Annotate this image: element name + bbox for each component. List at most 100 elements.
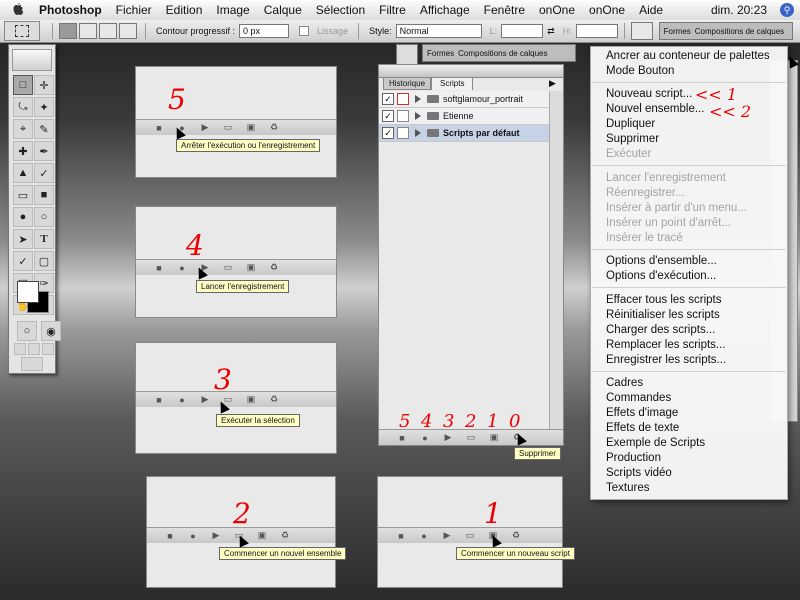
menu-filtre[interactable]: Filtre [372,3,413,17]
trash-button-icon[interactable]: ♻ [276,530,294,542]
lasso-tool-icon[interactable]: ⤿ [13,97,33,117]
script-row-selected[interactable]: ✓ Scripts par défaut [379,125,549,142]
intersect-selection-button[interactable] [119,23,137,39]
menu-item-ancrer[interactable]: Ancrer au conteneur de palettes [606,50,770,62]
expand-triangle-icon[interactable] [415,95,421,103]
stop-button-icon[interactable]: ■ [392,530,410,542]
record-button-icon[interactable]: ● [173,394,191,406]
crop-tool-icon[interactable]: ⌖ [13,119,33,139]
eraser-tool-icon[interactable]: ▭ [13,185,33,205]
tool-preset-picker[interactable] [4,21,40,41]
menu-item-nouvel-ensemble[interactable]: Nouvel ensemble... [606,103,704,115]
move-tool-icon[interactable]: ✛ [34,75,54,95]
h-input[interactable] [575,24,618,38]
menu-item-options-execution[interactable]: Options d'exécution... [606,270,716,282]
menu-item-supprimer[interactable]: Supprimer [606,133,659,145]
record-button-icon[interactable]: ● [415,530,433,542]
checkmark-icon[interactable]: ✓ [382,127,394,139]
spotlight-icon[interactable]: ⚲ [780,3,794,17]
menu-selection[interactable]: Sélection [309,3,372,17]
add-selection-button[interactable] [79,23,97,39]
menu-item-remplacer-scripts[interactable]: Remplacer les scripts... [606,339,726,351]
menu-item-textures[interactable]: Textures [606,482,649,494]
swap-icon[interactable]: ⇄ [547,26,555,37]
dialog-toggle-icon[interactable] [397,110,409,122]
file-browser-icon[interactable] [630,22,653,40]
menu-item-effets-image[interactable]: Effets d'image [606,407,678,419]
checkmark-icon[interactable]: ✓ [382,110,394,122]
well-tab-compositions-2[interactable]: Compositions de calques [458,49,547,58]
contour-input[interactable]: 0 px [239,24,290,38]
shape-tool-icon[interactable]: ▢ [34,251,54,271]
l-input[interactable] [501,24,544,38]
play-button-icon[interactable]: ▶ [207,530,225,542]
slice-tool-icon[interactable]: ✎ [34,119,54,139]
menu-fenetre[interactable]: Fenêtre [477,3,532,17]
screen-mode-2-icon[interactable] [28,343,40,355]
pen-tool-icon[interactable]: ✓ [13,251,33,271]
blur-tool-icon[interactable]: ● [13,207,33,227]
menu-item-nouveau-script[interactable]: Nouveau script... [606,88,692,100]
menu-image[interactable]: Image [209,3,256,17]
new-script-button-icon[interactable]: ▣ [485,432,503,444]
stop-button-icon[interactable]: ■ [150,394,168,406]
healing-brush-icon[interactable]: ✚ [13,141,33,161]
marquee-tool-icon[interactable]: □ [13,75,33,95]
foreground-color-swatch[interactable] [17,281,39,303]
stop-button-icon[interactable]: ■ [150,122,168,134]
play-button-icon[interactable]: ▶ [196,394,214,406]
stop-button-icon[interactable]: ■ [161,530,179,542]
checkmark-icon[interactable]: ✓ [382,93,394,105]
menu-edition[interactable]: Edition [159,3,210,17]
new-script-button-icon[interactable]: ▣ [242,122,260,134]
menu-item-commandes[interactable]: Commandes [606,392,671,404]
quickmask-mode-icon[interactable]: ◉ [41,321,61,341]
screen-mode-1-icon[interactable] [14,343,26,355]
file-browser-icon-2[interactable] [396,44,418,66]
new-set-button-icon[interactable]: ▭ [219,122,237,134]
stop-button-icon[interactable]: ■ [150,262,168,274]
menu-item-cadres[interactable]: Cadres [606,377,643,389]
jump-to-imageready-icon[interactable] [21,357,43,371]
standard-mode-icon[interactable]: ○ [17,321,37,341]
new-set-button-icon[interactable]: ▭ [219,262,237,274]
play-button-icon[interactable]: ▶ [438,530,456,542]
menu-item-reinitialiser-scripts[interactable]: Réinitialiser les scripts [606,309,720,321]
new-selection-button[interactable] [59,23,77,39]
tab-scripts[interactable]: Scripts [431,77,474,90]
dialog-toggle-icon[interactable] [397,127,409,139]
stamp-tool-icon[interactable]: ▲ [13,163,33,183]
dodge-tool-icon[interactable]: ○ [34,207,54,227]
new-script-button-icon[interactable]: ▣ [242,394,260,406]
menu-onone-1[interactable]: onOne [532,3,582,17]
apple-icon[interactable] [10,2,26,18]
play-button-icon[interactable]: ▶ [439,432,457,444]
type-tool-icon[interactable]: T [34,229,54,249]
path-select-icon[interactable]: ➤ [13,229,33,249]
menu-item-mode-bouton[interactable]: Mode Bouton [606,65,674,77]
style-select[interactable]: Normal [395,24,482,38]
new-set-button-icon[interactable]: ▭ [462,432,480,444]
menu-item-charger-scripts[interactable]: Charger des scripts... [606,324,715,336]
lissage-checkbox[interactable] [299,26,310,36]
menu-onone-2[interactable]: onOne [582,3,632,17]
history-brush-icon[interactable]: ✓ [34,163,54,183]
scrollbar[interactable] [549,91,563,429]
stop-button-icon[interactable]: ■ [393,432,411,444]
menu-item-effets-texte[interactable]: Effets de texte [606,422,679,434]
script-row[interactable]: ✓ softglamour_portrait [379,91,549,108]
record-button-icon[interactable]: ● [184,530,202,542]
new-script-button-icon[interactable]: ▣ [253,530,271,542]
well-tab-formes[interactable]: Formes [664,27,691,36]
trash-button-icon[interactable]: ♻ [507,530,525,542]
expand-triangle-icon[interactable] [415,112,421,120]
feather-logo[interactable] [12,49,52,71]
expand-triangle-icon[interactable] [415,129,421,137]
menu-aide[interactable]: Aide [632,3,670,17]
trash-button-icon[interactable]: ♻ [265,394,283,406]
magic-wand-icon[interactable]: ✦ [34,97,54,117]
brush-tool-icon[interactable]: ✒ [34,141,54,161]
new-set-button-icon[interactable]: ▭ [461,530,479,542]
dialog-toggle-icon[interactable] [397,93,409,105]
menu-calque[interactable]: Calque [257,3,309,17]
